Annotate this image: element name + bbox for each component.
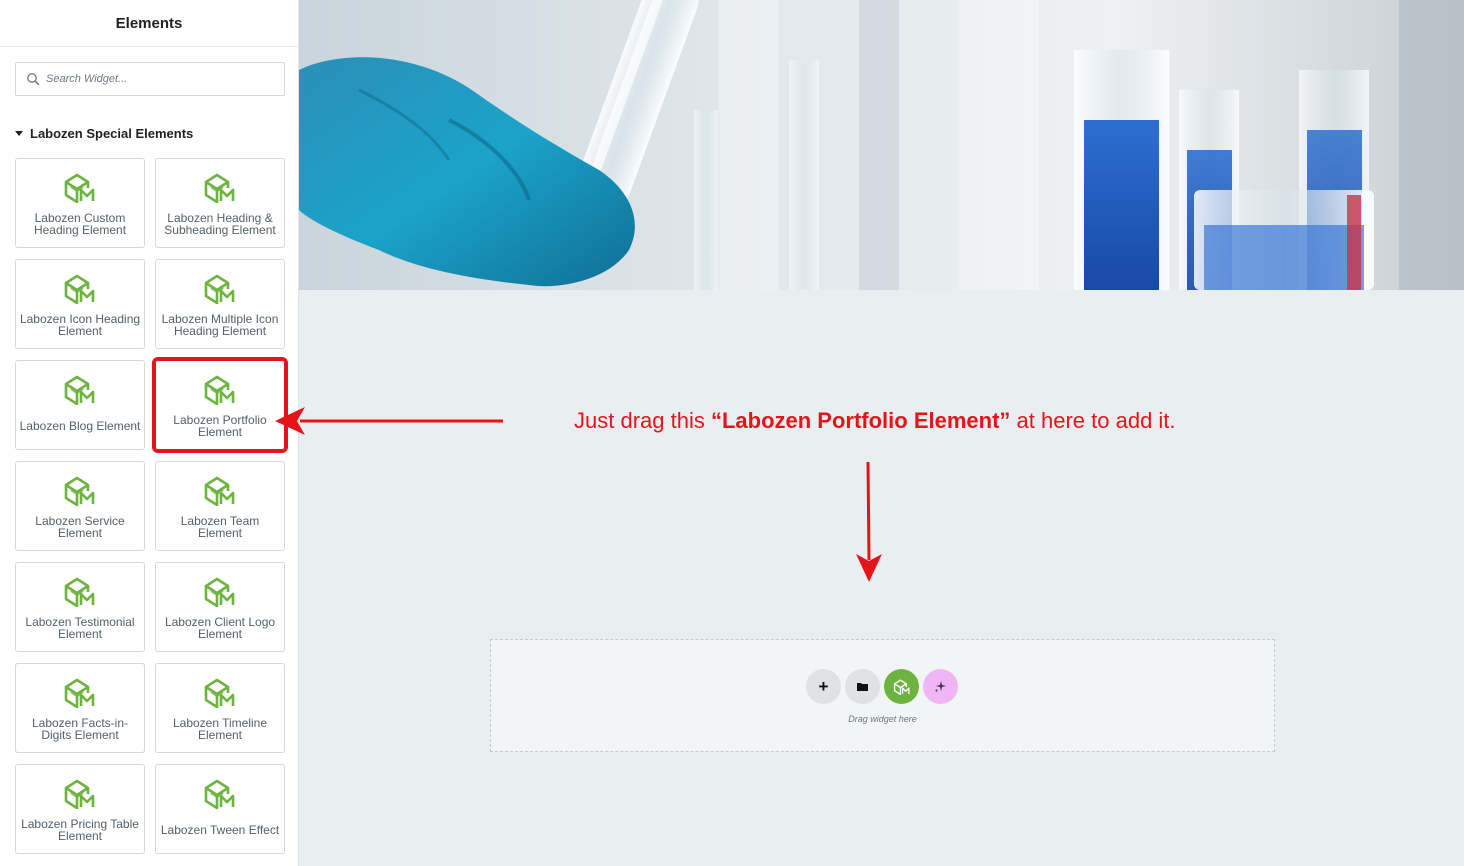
template-library-button[interactable] xyxy=(845,669,880,704)
labozen-library-button[interactable] xyxy=(884,669,919,704)
ai-assistant-button[interactable] xyxy=(923,669,958,704)
arrow-down-icon xyxy=(856,461,882,582)
sparkle-icon xyxy=(935,681,946,692)
drop-hint: Drag widget here xyxy=(848,714,917,724)
plus-icon: + xyxy=(818,676,829,696)
folder-icon xyxy=(857,683,868,691)
labozen-logo-icon xyxy=(893,678,910,695)
add-section-button[interactable]: + xyxy=(806,669,841,704)
arrow-left-icon xyxy=(275,407,503,435)
drop-zone[interactable]: + Drag widget here xyxy=(490,639,1275,752)
